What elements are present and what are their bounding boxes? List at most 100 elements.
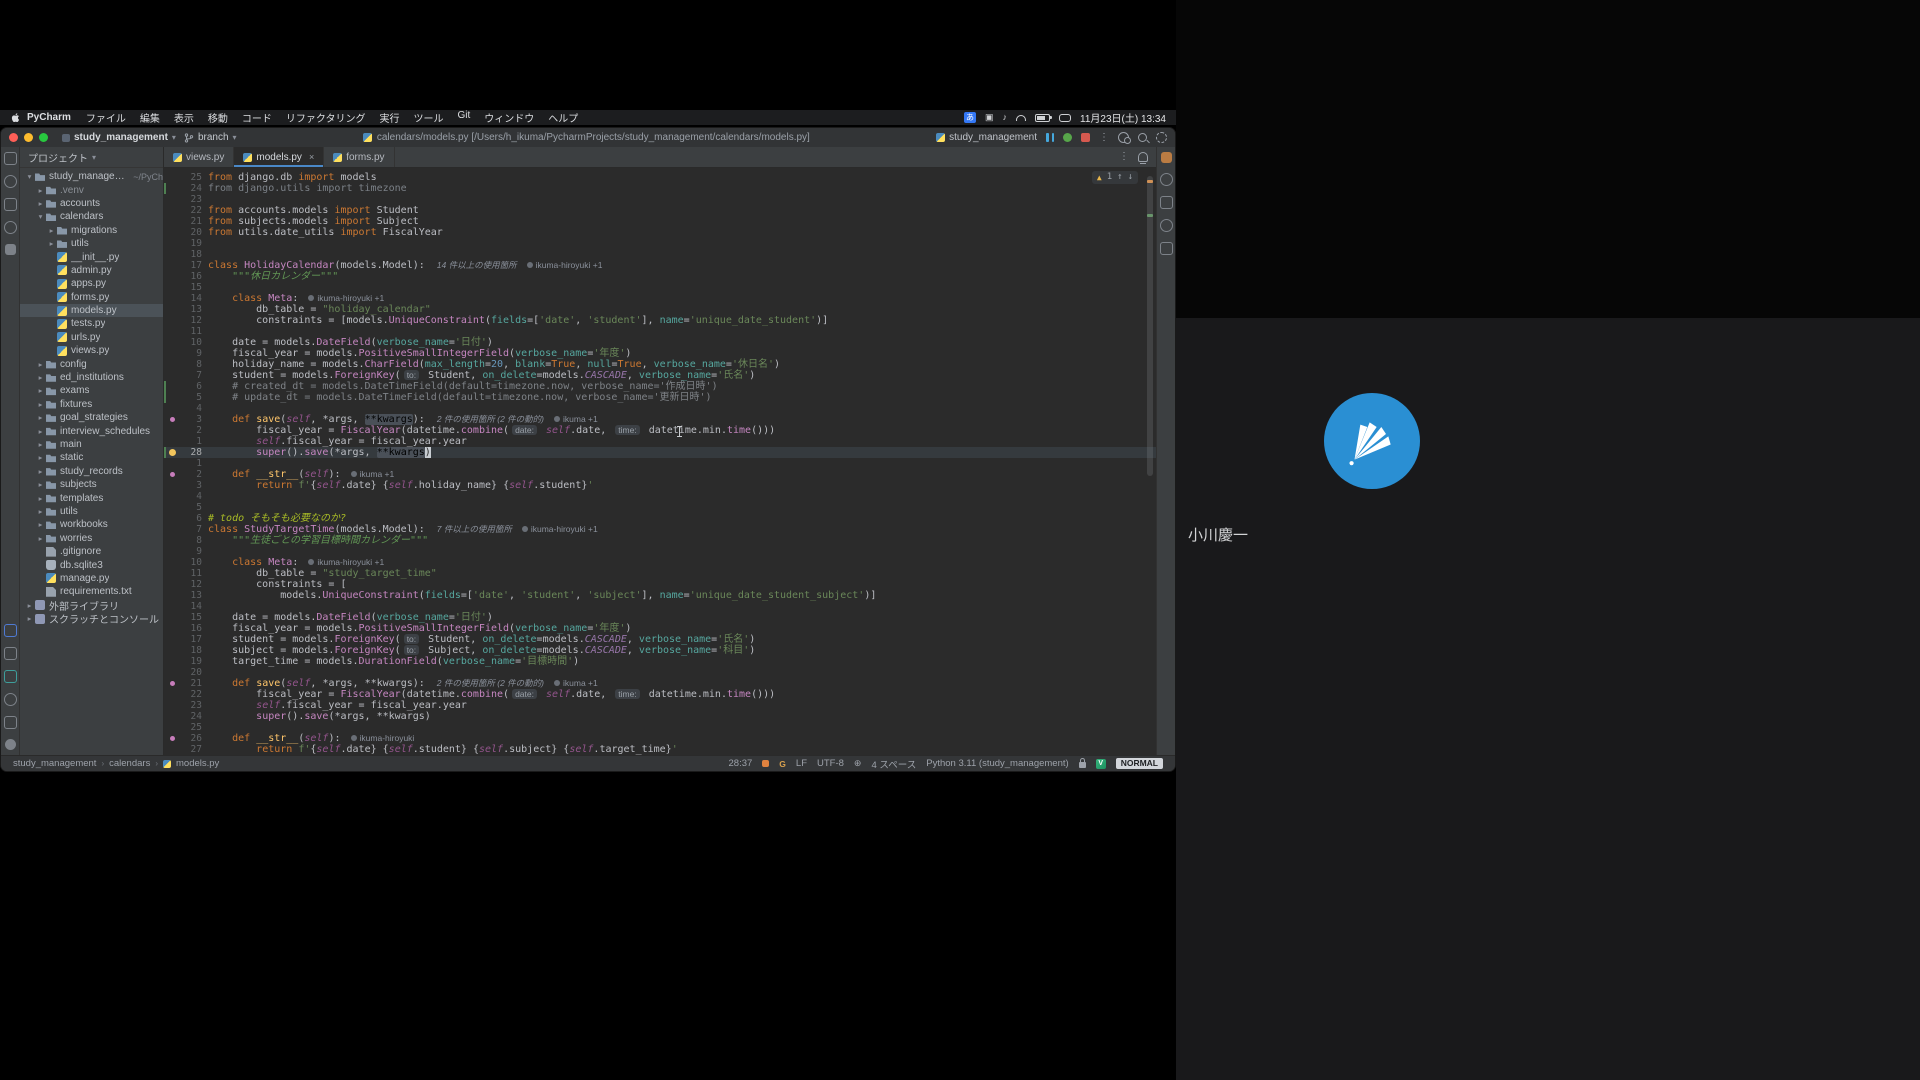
tree-item[interactable]: requirements.txt bbox=[20, 585, 163, 598]
tree-item[interactable]: ▸スクラッチとコンソール bbox=[20, 612, 163, 625]
code-line[interactable]: 15 date = models.DateField(verbose_name=… bbox=[164, 612, 1156, 623]
code-line[interactable]: 13 db_table = "holiday_calendar" bbox=[164, 304, 1156, 315]
gutter-cell[interactable]: 17 bbox=[164, 634, 208, 645]
tree-item[interactable]: models.py bbox=[20, 304, 163, 317]
search-everywhere-icon[interactable] bbox=[1138, 133, 1147, 142]
tree-item[interactable]: views.py bbox=[20, 344, 163, 357]
tree-item[interactable]: ▸study_records bbox=[20, 465, 163, 478]
code-line[interactable]: 19 target_time = models.DurationField(ve… bbox=[164, 656, 1156, 667]
profiler-button[interactable] bbox=[1063, 133, 1072, 142]
gutter-cell[interactable]: 9 bbox=[164, 546, 208, 557]
tree-item[interactable]: ▸config bbox=[20, 357, 163, 370]
gutter-cell[interactable]: 16 bbox=[164, 623, 208, 634]
gutter-cell[interactable]: 19 bbox=[164, 238, 208, 249]
code-line[interactable]: 27 return f'{self.date} {self.student} {… bbox=[164, 744, 1156, 755]
code-line[interactable]: 5 bbox=[164, 502, 1156, 513]
gutter-cell[interactable]: 25 bbox=[164, 172, 208, 183]
tree-item[interactable]: tests.py bbox=[20, 317, 163, 330]
code-line[interactable]: 24from django.utils import timezone bbox=[164, 183, 1156, 194]
tree-item[interactable]: __init__.py bbox=[20, 250, 163, 263]
code-line[interactable]: 14 class Meta:ikuma-hiroyuki +1 bbox=[164, 293, 1156, 304]
todo-icon[interactable] bbox=[4, 716, 17, 729]
gutter-cell[interactable]: 25 bbox=[164, 722, 208, 733]
tree-item[interactable]: ▸templates bbox=[20, 491, 163, 504]
problems-icon[interactable] bbox=[4, 693, 17, 706]
menu-item[interactable]: 表示 bbox=[167, 110, 201, 125]
code-line[interactable]: 25 bbox=[164, 722, 1156, 733]
gutter-cell[interactable]: 18 bbox=[164, 645, 208, 656]
code-line[interactable]: 6 # created_dt = models.DateTimeField(de… bbox=[164, 381, 1156, 392]
code-line[interactable]: 17 student = models.ForeignKey(to: Stude… bbox=[164, 634, 1156, 645]
gutter-cell[interactable]: 15 bbox=[164, 612, 208, 623]
ime-icon[interactable]: あ bbox=[964, 112, 976, 123]
gutter-cell[interactable]: 8 bbox=[164, 535, 208, 546]
terminal-icon[interactable] bbox=[4, 624, 17, 637]
lock-icon[interactable] bbox=[1079, 762, 1086, 768]
code-line[interactable]: 11 bbox=[164, 326, 1156, 337]
more-actions-icon[interactable]: ⋮ bbox=[1099, 133, 1109, 143]
tree-item[interactable]: ▸utils bbox=[20, 505, 163, 518]
gutter-cell[interactable]: 8 bbox=[164, 359, 208, 370]
menu-item[interactable]: ウィンドウ bbox=[477, 110, 541, 125]
tree-item[interactable]: ▸ed_institutions bbox=[20, 371, 163, 384]
tree-item[interactable]: ▸main bbox=[20, 438, 163, 451]
sound-icon[interactable]: ♪ bbox=[1003, 112, 1008, 123]
code-line[interactable]: 2 def __str__(self):ikuma +1 bbox=[164, 469, 1156, 480]
tree-item[interactable]: admin.py bbox=[20, 264, 163, 277]
gutter-cell[interactable]: 23 bbox=[164, 194, 208, 205]
code-line[interactable]: 3 def save(self, *args, **kwargs):2 件の使用… bbox=[164, 414, 1156, 425]
caret-position[interactable]: 28:37 bbox=[729, 758, 753, 769]
settings-icon[interactable] bbox=[1156, 132, 1167, 143]
intention-bulb-icon[interactable] bbox=[167, 448, 177, 458]
tab-options-icon[interactable]: ⋮ bbox=[1119, 152, 1129, 162]
breadcrumb-item[interactable]: models.py bbox=[176, 758, 219, 769]
wifi-icon[interactable] bbox=[1016, 115, 1026, 121]
tree-item[interactable]: db.sqlite3 bbox=[20, 558, 163, 571]
file-path[interactable]: calendars/models.py [/Users/h_ikuma/Pych… bbox=[245, 132, 929, 143]
gutter-cell[interactable]: 1 bbox=[164, 436, 208, 447]
gutter-cell[interactable]: 15 bbox=[164, 282, 208, 293]
line-separator[interactable]: LF bbox=[796, 758, 807, 769]
gutter-cell[interactable]: 17 bbox=[164, 260, 208, 271]
code-line[interactable]: 8 """生徒ごとの学習目標時間カレンダー""" bbox=[164, 535, 1156, 546]
code-line[interactable]: 4 bbox=[164, 403, 1156, 414]
close-icon[interactable]: × bbox=[309, 152, 314, 162]
menu-item[interactable]: Git bbox=[451, 110, 478, 125]
code-line[interactable]: 9 fiscal_year = models.PositiveSmallInte… bbox=[164, 348, 1156, 359]
code-line[interactable]: 14 bbox=[164, 601, 1156, 612]
tree-item[interactable]: ▸interview_schedules bbox=[20, 424, 163, 437]
tree-item[interactable]: ▸utils bbox=[20, 237, 163, 250]
code-line[interactable]: 15 bbox=[164, 282, 1156, 293]
menubar-clock[interactable]: 11月23日(土) 13:34 bbox=[1080, 110, 1166, 125]
breadcrumb-item[interactable]: study_management bbox=[13, 758, 96, 769]
tree-item[interactable]: forms.py bbox=[20, 291, 163, 304]
code-editor[interactable]: 25from django.db import models24from dja… bbox=[164, 168, 1156, 755]
gutter-cell[interactable]: 4 bbox=[164, 491, 208, 502]
project-panel-header[interactable]: プロジェクト ▾ bbox=[20, 147, 163, 168]
zoom-window-button[interactable] bbox=[39, 133, 48, 142]
tree-item[interactable]: ▸subjects bbox=[20, 478, 163, 491]
gutter-cell[interactable]: 27 bbox=[164, 744, 208, 755]
code-line[interactable]: 22 fiscal_year = FiscalYear(datetime.com… bbox=[164, 689, 1156, 700]
gutter-cell[interactable]: 22 bbox=[164, 689, 208, 700]
gutter-cell[interactable]: 7 bbox=[164, 370, 208, 381]
gutter-cell[interactable]: 24 bbox=[164, 183, 208, 194]
tree-item[interactable]: ▸goal_strategies bbox=[20, 411, 163, 424]
menu-item[interactable]: 実行 bbox=[373, 110, 407, 125]
tab-models.py[interactable]: models.py× bbox=[234, 147, 324, 167]
gutter-cell[interactable]: 12 bbox=[164, 315, 208, 326]
gutter-cell[interactable]: 22 bbox=[164, 205, 208, 216]
code-line[interactable]: 1 self.fiscal_year = fiscal_year.year bbox=[164, 436, 1156, 447]
tree-item[interactable]: urls.py bbox=[20, 331, 163, 344]
gutter-cell[interactable]: 13 bbox=[164, 304, 208, 315]
collaborate-icon[interactable] bbox=[1118, 132, 1129, 143]
code-line[interactable]: 21from subjects.models import Subject bbox=[164, 216, 1156, 227]
gutter-cell[interactable]: 6 bbox=[164, 381, 208, 392]
pause-button[interactable] bbox=[1046, 133, 1054, 142]
tree-item[interactable]: ▸workbooks bbox=[20, 518, 163, 531]
code-line[interactable]: 5 # update_dt = models.DateTimeField(def… bbox=[164, 392, 1156, 403]
breadcrumb[interactable]: study_management›calendars›models.py bbox=[13, 758, 219, 769]
structure-toolwindow-icon[interactable] bbox=[4, 198, 17, 211]
tree-item[interactable]: apps.py bbox=[20, 277, 163, 290]
file-encoding[interactable]: UTF-8 bbox=[817, 758, 844, 769]
